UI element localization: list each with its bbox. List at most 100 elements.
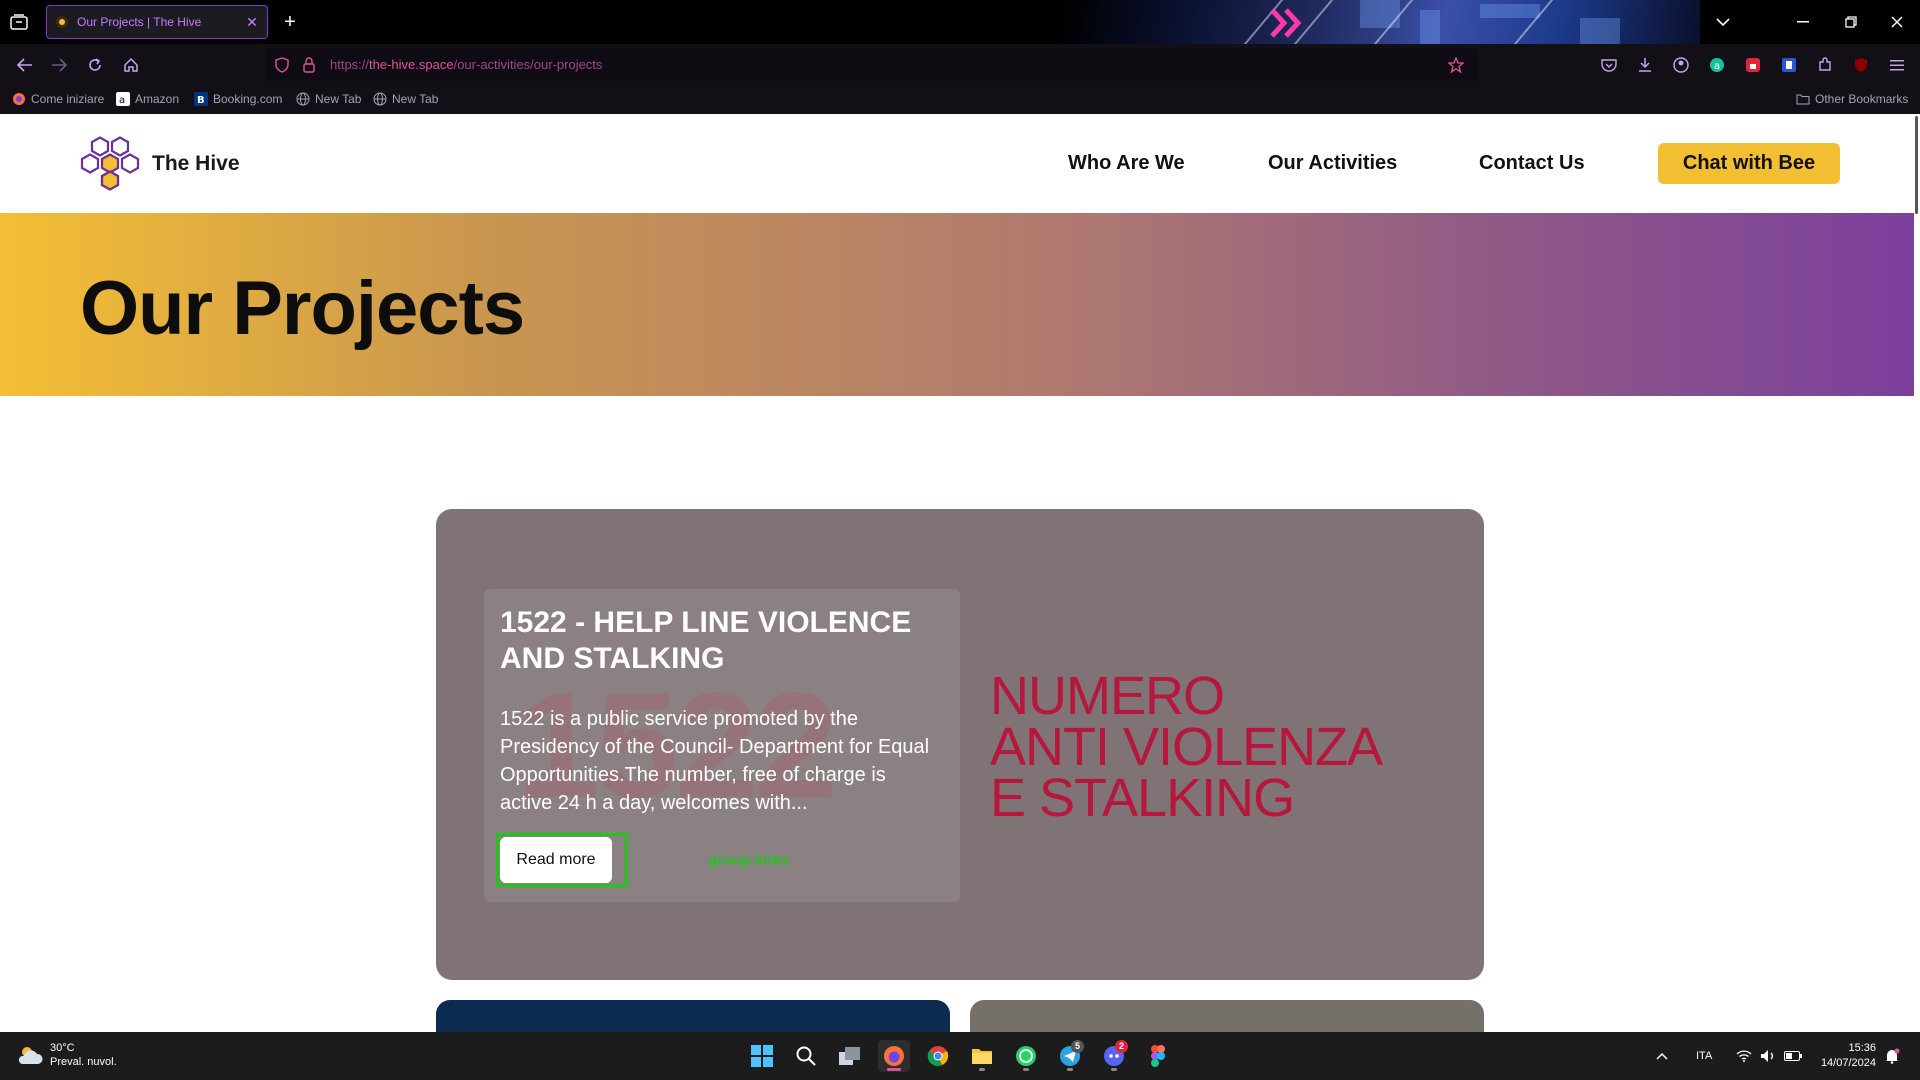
start-button[interactable] [746, 1040, 778, 1072]
taskbar-whatsapp[interactable] [1010, 1040, 1042, 1072]
weather-widget[interactable]: 30°C Preval. nuvol. [16, 1041, 117, 1069]
tab-list-icon[interactable] [8, 12, 30, 32]
notifications-bell-icon[interactable] [1884, 1048, 1900, 1064]
bookmark-label: Booking.com [213, 92, 283, 106]
bookmark-amazon[interactable]: a Amazon [116, 92, 179, 106]
clock-date: 14/07/2024 [1820, 1057, 1876, 1069]
running-indicator [979, 1068, 985, 1071]
task-view-button[interactable] [834, 1040, 866, 1072]
bookmark-new-tab-1[interactable]: New Tab [296, 92, 361, 106]
cloud-sun-icon [16, 1044, 44, 1066]
bookmark-come-iniziare[interactable]: Come iniziare [12, 92, 104, 106]
active-indicator [887, 1068, 901, 1071]
brand-name: The Hive [152, 152, 240, 175]
chrome-icon [927, 1045, 949, 1067]
downloads-icon[interactable] [1634, 54, 1656, 76]
forward-icon[interactable] [48, 54, 70, 76]
notification-badge: 5 [1071, 1040, 1084, 1053]
wifi-icon[interactable] [1736, 1050, 1752, 1062]
tab-close-icon[interactable]: ✕ [245, 15, 259, 29]
bookmark-new-tab-2[interactable]: New Tab [373, 92, 438, 106]
notification-badge: 2 [1115, 1040, 1128, 1053]
lock-icon[interactable] [302, 57, 316, 73]
task-view-icon [839, 1046, 861, 1066]
running-indicator [1111, 1068, 1117, 1071]
taskbar-file-explorer[interactable] [966, 1040, 998, 1072]
booking-icon: B [194, 92, 208, 106]
account-icon[interactable] [1670, 54, 1692, 76]
taskbar-figma[interactable] [1142, 1040, 1174, 1072]
address-bar[interactable]: https://the-hive.space/our-activities/ou… [266, 49, 1478, 81]
taskbar-telegram[interactable]: 5 [1054, 1040, 1086, 1072]
tracking-protection-icon[interactable] [274, 57, 290, 73]
app-menu-icon[interactable] [1886, 54, 1908, 76]
hive-favicon-icon [55, 15, 69, 29]
bookmark-booking[interactable]: B Booking.com [194, 92, 282, 106]
bookmark-label: Amazon [135, 92, 180, 106]
project-card-next-2[interactable] [970, 1000, 1484, 1032]
windows-taskbar: 30°C Preval. nuvol. 5 2 ITA 15:36 14/07/… [0, 1032, 1920, 1080]
system-tray: ITA [1656, 1032, 1803, 1080]
url-text[interactable]: https://the-hive.space/our-activities/ou… [330, 57, 602, 72]
focus-outline [496, 833, 628, 887]
project-title: 1522 - HELP LINE VIOLENCE AND STALKING [500, 606, 912, 675]
nav-our-activities[interactable]: Our Activities [1268, 152, 1397, 175]
project-info-panel: 1522 - HELP LINE VIOLENCE AND STALKING 1… [484, 589, 960, 902]
url-scheme: https:// [330, 57, 370, 72]
extension-ublock-icon[interactable] [1850, 54, 1872, 76]
pocket-icon[interactable] [1598, 54, 1620, 76]
language-indicator[interactable]: ITA [1696, 1050, 1712, 1062]
project-card[interactable]: 1522 NUMERO ANTI VIOLENZA E STALKING 152… [436, 509, 1484, 980]
image-slogan: NUMERO ANTI VIOLENZA E STALKING [990, 666, 1383, 828]
nav-contact-us[interactable]: Contact Us [1479, 152, 1585, 175]
volume-icon[interactable] [1760, 1049, 1776, 1063]
home-icon[interactable] [120, 54, 142, 76]
new-tab-icon[interactable]: + [280, 11, 300, 33]
back-icon[interactable] [14, 54, 36, 76]
running-indicator [1067, 1068, 1073, 1071]
file-explorer-icon [971, 1046, 993, 1066]
bookmark-star-icon[interactable] [1448, 57, 1464, 73]
taskbar-discord[interactable]: 2 [1098, 1040, 1130, 1072]
page-title: Our Projects [80, 266, 525, 351]
svg-text:B: B [197, 95, 205, 106]
bookmarks-toolbar: Come iniziare a Amazon B Booking.com New… [0, 86, 1920, 114]
nav-who-are-we[interactable]: Who Are We [1068, 152, 1185, 175]
firefox-icon [883, 1045, 905, 1067]
extension-shield-icon[interactable] [1778, 54, 1800, 76]
restore-icon[interactable] [1840, 12, 1862, 32]
battery-icon[interactable] [1784, 1051, 1803, 1061]
clock-time: 15:36 [1848, 1042, 1876, 1054]
taskbar-firefox[interactable] [878, 1040, 910, 1072]
weather-desc: Preval. nuvol. [50, 1056, 117, 1068]
system-clock[interactable]: 15:36 14/07/2024 [1804, 1041, 1876, 1071]
running-indicator [1023, 1068, 1029, 1071]
search-button[interactable] [790, 1040, 822, 1072]
url-path: /our-activities/our-projects [453, 57, 603, 72]
reload-icon[interactable] [84, 54, 106, 76]
browser-tab-active[interactable]: Our Projects | The Hive ✕ [46, 5, 268, 39]
list-all-tabs-icon[interactable] [1712, 12, 1734, 32]
page-scrollbar[interactable] [1914, 114, 1920, 1032]
minimize-icon[interactable] [1792, 12, 1814, 32]
scrollbar-thumb[interactable] [1915, 116, 1918, 214]
site-logo[interactable]: The Hive [80, 134, 240, 194]
project-card-next[interactable] [436, 1000, 950, 1032]
bookmark-label: Come iniziare [31, 92, 105, 106]
other-bookmarks[interactable]: Other Bookmarks [1796, 92, 1908, 106]
folder-icon [1796, 92, 1810, 106]
tray-overflow-icon[interactable] [1656, 1052, 1668, 1060]
theme-background-art [1060, 0, 1700, 44]
url-domain: the-hive.space [369, 57, 454, 72]
project-description: 1522 is a public service promoted by the… [500, 708, 930, 814]
amazon-icon: a [116, 92, 130, 106]
extensions-puzzle-icon[interactable] [1814, 54, 1836, 76]
taskbar-chrome[interactable] [922, 1040, 954, 1072]
weather-temp: 30°C [50, 1042, 75, 1054]
site-header: The Hive Who Are We Our Activities Conta… [0, 114, 1914, 213]
close-window-icon[interactable] [1886, 12, 1908, 32]
chat-with-bee-button[interactable]: Chat with Bee [1658, 143, 1840, 184]
extension-lock-icon[interactable] [1742, 54, 1764, 76]
extension-grammarly-icon[interactable]: a [1706, 54, 1728, 76]
firefox-icon [12, 92, 26, 106]
